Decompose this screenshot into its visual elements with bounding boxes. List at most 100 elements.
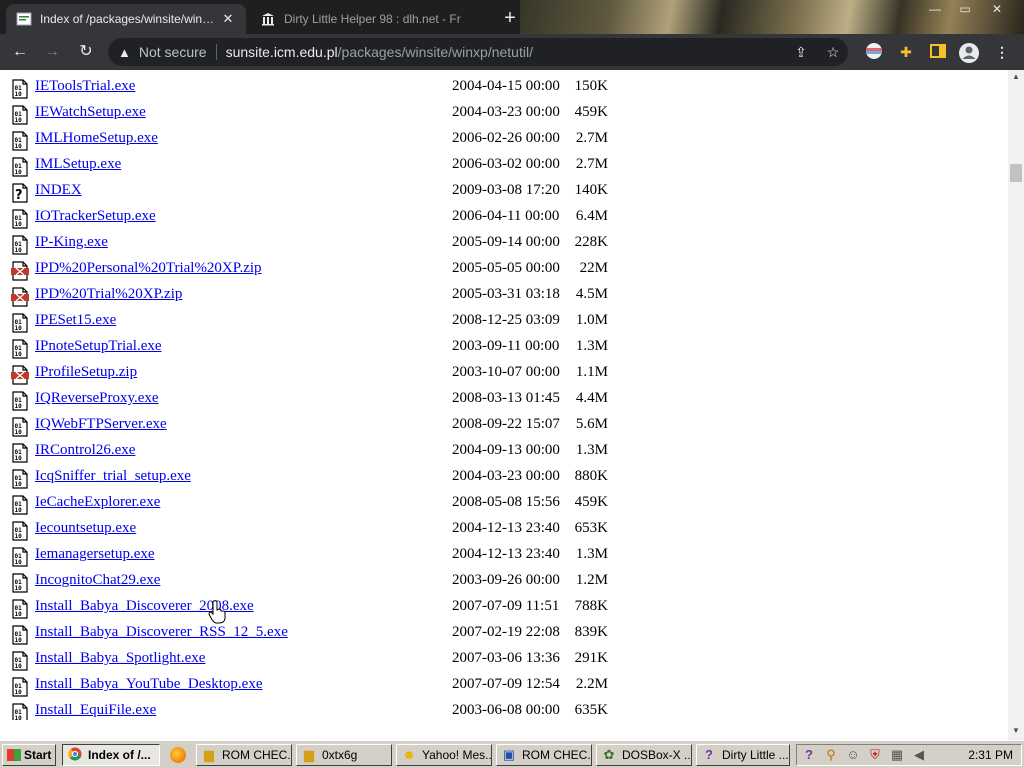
extensions-puzzle-icon[interactable]: ✚ [896,42,916,62]
file-link[interactable]: IMLSetup.exe [35,156,121,173]
taskbar-item-dirty-little-helper[interactable]: ? Dirty Little ... [696,744,790,766]
taskbar-item-chrome[interactable]: Index of /... [62,744,160,766]
compressed-file-icon [10,287,30,307]
listing-row: 01 10 IQReverseProxy.exe 2008-03-13 01:45 4.… [10,388,1000,412]
security-status-label[interactable]: Not secure [139,44,207,60]
svg-text:10: 10 [15,559,23,566]
back-arrow-icon[interactable]: ← [8,40,32,64]
menu-kebab-icon[interactable]: ⋮ [992,42,1012,62]
extension-badge-icon[interactable] [864,42,884,62]
binary-file-icon: 01 10 [10,599,30,619]
tab-dirty-little-helper[interactable]: Dirty Little Helper 98 : dlh.net - Fr [250,4,494,34]
file-size: 5.6M [575,416,608,432]
file-link[interactable]: IEWatchSetup.exe [35,104,146,121]
listing-row: 01 10 Install_Babya_YouTube_Desktop.exe 200… [10,674,1000,698]
security-shield-icon[interactable]: ⛨ [867,747,883,763]
file-link[interactable]: Install_EquiFile.exe [35,702,156,719]
file-link[interactable]: IQReverseProxy.exe [35,390,159,407]
svg-text:10: 10 [15,221,23,228]
file-link[interactable]: Install_Babya_Discoverer_RSS_12_5.exe [35,624,288,641]
svg-text:10: 10 [15,169,23,176]
listing-row: 01 10 IPESet15.exe 2008-12-25 03:09 1.0M [10,310,1000,334]
file-link[interactable]: IRControl26.exe [35,442,135,459]
scroll-up-arrow-icon[interactable]: ▲ [1008,70,1024,84]
firefox-icon[interactable] [170,747,186,763]
binary-file-icon: 01 10 [10,521,30,541]
profile-avatar-icon[interactable] [958,42,979,63]
start-button[interactable]: Start [2,744,56,766]
file-modified-date: 2007-07-09 11:51 [452,598,560,614]
file-link[interactable]: Iecountsetup.exe [35,520,136,537]
binary-file-icon: 01 10 [10,157,30,177]
file-link[interactable]: IPD%20Personal%20Trial%20XP.zip [35,260,262,277]
file-link[interactable]: IEToolsTrial.exe [35,78,135,95]
svg-text:10: 10 [15,585,23,592]
listing-row: 01 10 IMLSetup.exe 2006-03-02 00:00 2.7M [10,154,1000,178]
taskbar-item-label: Dirty Little ... [722,748,789,762]
taskbar-item-dosbox[interactable]: ✿ DOSBox-X ... [596,744,692,766]
bookmark-star-icon[interactable]: ☆ [824,43,842,61]
minimize-button[interactable]: — [920,0,950,18]
listing-row: 01 10 IncognitoChat29.exe 2003-09-26 00:00 1… [10,570,1000,594]
svg-text:10: 10 [15,481,23,488]
file-link[interactable]: IncognitoChat29.exe [35,572,160,589]
file-modified-date: 2004-09-13 00:00 [452,442,560,458]
side-panel-icon[interactable] [928,42,948,62]
volume-icon[interactable]: ◀ [911,747,927,763]
file-link[interactable]: IMLHomeSetup.exe [35,130,158,147]
file-size: 1.1M [575,364,608,380]
taskbar-item-rom-check-1[interactable]: ▆ ROM CHEC... [196,744,292,766]
forward-arrow-icon[interactable]: → [40,40,64,64]
new-tab-button[interactable]: + [500,8,520,28]
file-link[interactable]: IOTrackerSetup.exe [35,208,156,225]
listing-row: 01 10 IMLHomeSetup.exe 2006-02-26 00:00 2.7M [10,128,1000,152]
url-host[interactable]: sunsite.icm.edu.pl [226,44,338,60]
warning-triangle-icon[interactable]: ▲ [118,45,131,60]
file-modified-date: 2009-03-08 17:20 [452,182,560,198]
listing-row: 01 10 Install_Babya_Spotlight.exe 2007-03-0… [10,648,1000,672]
listing-row: IProfileSetup.zip 2003-10-07 00:00 1.1M [10,362,1000,386]
file-modified-date: 2005-03-31 03:18 [452,286,560,302]
svg-text:10: 10 [15,91,23,98]
listing-row: 01 10 IEWatchSetup.exe 2004-03-23 00:00 459K [10,102,1000,126]
listing-row: 01 10 IcqSniffer_trial_setup.exe 2004-03-23… [10,466,1000,490]
messenger-tray-icon[interactable]: ☺ [845,747,861,763]
taskbar-item-0xtx6g[interactable]: ▆ 0xtx6g [296,744,392,766]
vertical-scrollbar[interactable]: ▲ ▼ [1008,70,1024,740]
file-link[interactable]: IPD%20Trial%20XP.zip [35,286,182,303]
file-link[interactable]: IPESet15.exe [35,312,116,329]
share-icon[interactable]: ⇪ [792,43,810,61]
scrollbar-thumb[interactable] [1010,164,1022,182]
file-link[interactable]: IeCacheExplorer.exe [35,494,160,511]
file-link[interactable]: IPnoteSetupTrial.exe [35,338,162,355]
close-tab-icon[interactable]: ✕ [220,11,236,27]
file-link[interactable]: IQWebFTPServer.exe [35,416,167,433]
file-link[interactable]: IcqSniffer_trial_setup.exe [35,468,191,485]
network-icon[interactable]: ▦ [889,747,905,763]
compressed-file-icon [10,365,30,385]
file-link[interactable]: Install_Babya_Spotlight.exe [35,650,205,667]
file-link[interactable]: INDEX [35,182,82,199]
svg-text:10: 10 [15,351,23,358]
close-window-button[interactable]: ✕ [982,0,1012,18]
file-size: 2.2M [575,676,608,692]
file-link[interactable]: Install_Babya_YouTube_Desktop.exe [35,676,263,693]
file-link[interactable]: Iemanagersetup.exe [35,546,155,563]
taskbar-clock[interactable]: 2:31 PM [968,748,1013,762]
url-path[interactable]: /packages/winsite/winxp/netutil/ [338,44,533,60]
search-magnifier-icon[interactable]: ⚲ [823,747,839,763]
binary-file-icon: 01 10 [10,703,30,720]
scroll-down-arrow-icon[interactable]: ▼ [1008,724,1024,738]
compressed-file-icon [10,261,30,281]
tab-index-of-netutil[interactable]: Index of /packages/winsite/winxp/netutil… [6,4,246,34]
help-tray-icon[interactable]: ? [801,747,817,763]
maximize-button[interactable]: ▭ [950,0,980,18]
address-bar[interactable]: ▲ Not secure sunsite.icm.edu.pl/packages… [108,38,848,66]
file-size: 4.4M [575,390,608,406]
taskbar-item-rom-check-2[interactable]: ▣ ROM CHEC... [496,744,592,766]
taskbar-item-yahoo-messenger[interactable]: ☻ Yahoo! Mes... [396,744,492,766]
binary-file-icon: 01 10 [10,573,30,593]
file-link[interactable]: IP-King.exe [35,234,108,251]
reload-icon[interactable]: ↻ [74,40,98,64]
file-link[interactable]: IProfileSetup.zip [35,364,137,381]
